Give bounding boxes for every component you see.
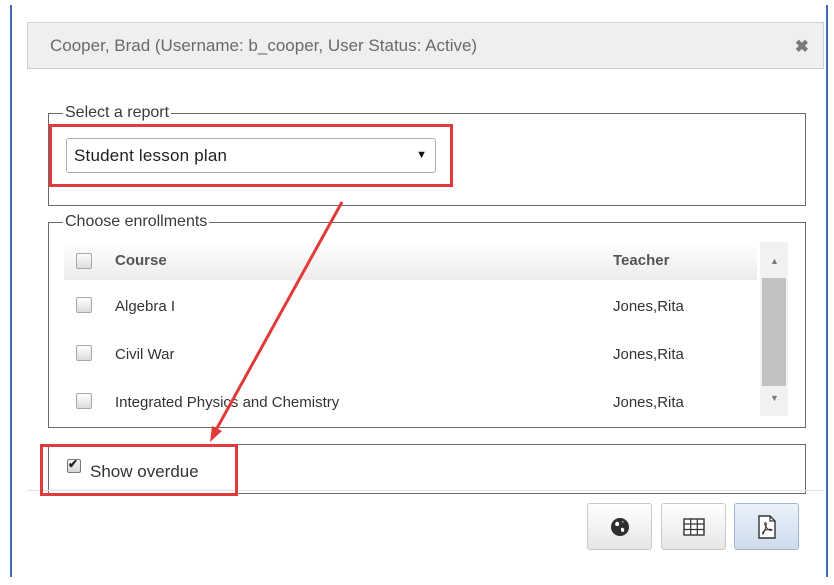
annotation-arrow [210, 201, 344, 442]
